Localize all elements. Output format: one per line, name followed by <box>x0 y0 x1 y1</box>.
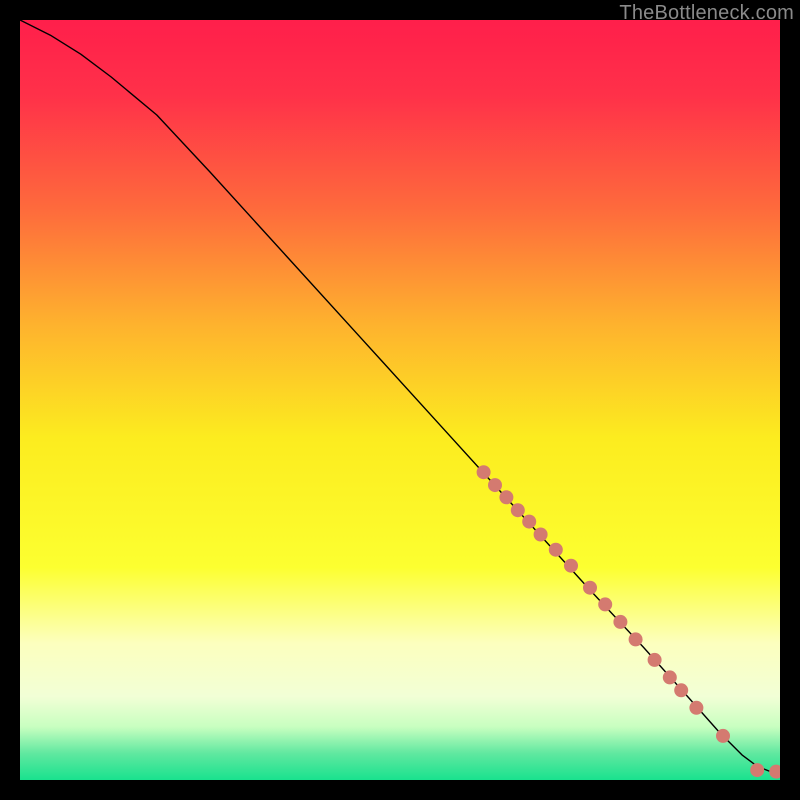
chart-stage: TheBottleneck.com <box>0 0 800 800</box>
series-dots-point <box>750 763 764 777</box>
series-dots-point <box>583 581 597 595</box>
series-dots-point <box>674 683 688 697</box>
series-dots-point <box>598 597 612 611</box>
series-dots-point <box>488 478 502 492</box>
series-dots-point <box>477 465 491 479</box>
series-dots-point <box>648 653 662 667</box>
series-dots-point <box>716 729 730 743</box>
series-dots-point <box>629 632 643 646</box>
series-dots-point <box>689 701 703 715</box>
series-dots-point <box>522 515 536 529</box>
chart-plot-area <box>20 20 780 780</box>
series-dots-point <box>534 528 548 542</box>
chart-background <box>20 20 780 780</box>
series-dots-point <box>499 490 513 504</box>
series-dots-point <box>564 559 578 573</box>
series-dots-point <box>511 503 525 517</box>
chart-svg <box>20 20 780 780</box>
series-dots-point <box>663 670 677 684</box>
watermark-text: TheBottleneck.com <box>619 2 794 25</box>
series-dots-point <box>549 543 563 557</box>
series-dots-point <box>613 615 627 629</box>
